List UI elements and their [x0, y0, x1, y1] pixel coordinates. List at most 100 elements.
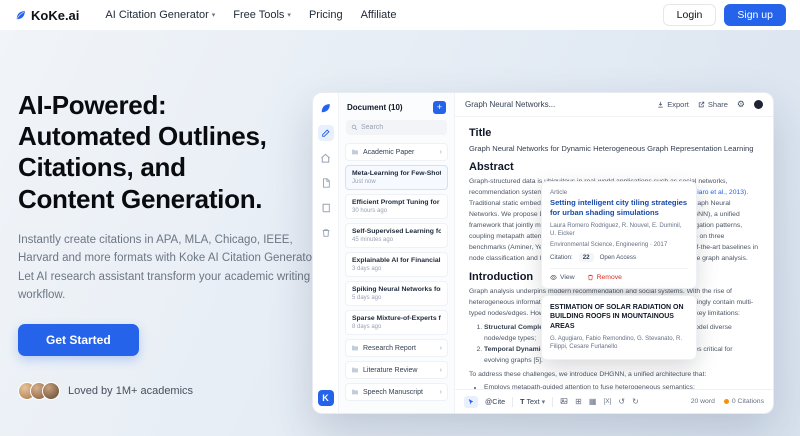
text-style-dropdown[interactable]: T Text ▾ [520, 397, 545, 406]
hero-title: AI-Powered: Automated Outlines, Citation… [18, 90, 320, 215]
share-button[interactable]: Share [698, 100, 728, 109]
toolbar-divider [552, 397, 553, 407]
avatar-group [18, 382, 60, 400]
chevron-right-icon: › [440, 149, 442, 156]
citation-badges: Citation: 22 Open Access [550, 253, 688, 262]
chevron-down-icon: ▾ [542, 398, 546, 406]
remove-citation-button[interactable]: Remove [587, 274, 622, 281]
compose-icon[interactable] [318, 125, 334, 141]
grid-icon[interactable]: ▦ [589, 397, 597, 406]
document-title: Explainable AI for Financial Risk... [352, 257, 441, 264]
chevron-right-icon: › [440, 389, 442, 396]
nav-item-pricing[interactable]: Pricing [309, 9, 343, 21]
image-icon[interactable] [560, 397, 568, 407]
citation-authors: G. Agugiaro, Fabio Remondino, G. Stevana… [550, 335, 688, 352]
share-label: Share [708, 100, 728, 109]
citations-label: 0 Citations [732, 398, 764, 405]
section-heading-abstract: Abstract [469, 161, 759, 173]
logo[interactable]: KoKe.ai [14, 8, 79, 23]
folder-label: Research Report [363, 345, 416, 352]
document-time: 45 minutes ago [352, 237, 441, 243]
document-title: Efficient Prompt Tuning for Larg... [352, 199, 441, 206]
document-time: 5 days ago [352, 295, 441, 301]
folder-icon [351, 388, 359, 396]
account-icon[interactable] [754, 100, 763, 109]
editor-main: Graph Neural Networks... Export Share ⚙ … [455, 93, 773, 413]
trash-icon[interactable] [318, 225, 334, 241]
get-started-button[interactable]: Get Started [18, 324, 139, 356]
folder-literature-review[interactable]: Literature Review › [345, 361, 448, 379]
editor-toolbar: @Cite T Text ▾ ⊞ ▦ [X] ↺ ↻ 20 word [455, 389, 773, 413]
cite-tool-button[interactable]: @Cite [485, 397, 505, 406]
sidebar-header: Document (10) + [339, 99, 454, 120]
export-label: Export [667, 100, 689, 109]
remove-label: Remove [597, 274, 622, 281]
settings-gear-icon[interactable]: ⚙ [737, 99, 745, 110]
hero-title-line: Citations, and [18, 152, 320, 183]
folder-research-report[interactable]: Research Report › [345, 339, 448, 357]
document-list-item[interactable]: Explainable AI for Financial Risk... 3 d… [345, 252, 448, 277]
leaf-logo-icon [14, 9, 27, 22]
document-list-item[interactable]: Spiking Neural Networks for Edg... 5 day… [345, 281, 448, 306]
nav-item-free-tools[interactable]: Free Tools ▾ [233, 9, 291, 21]
leaf-logo-icon [318, 100, 334, 116]
eye-icon [550, 274, 557, 281]
social-proof: Loved by 1M+ academics [18, 382, 320, 400]
citations-count[interactable]: 0 Citations [724, 398, 764, 405]
redo-icon[interactable]: ↻ [632, 397, 639, 406]
library-icon[interactable] [318, 200, 334, 216]
citation-type-tag: Article [550, 189, 688, 196]
citation-card[interactable]: Article Setting intelligent city tiling … [541, 181, 697, 289]
citation-title-link[interactable]: ESTIMATION OF SOLAR RADIATION ON BUILDIN… [550, 303, 688, 332]
search-bar[interactable] [346, 120, 447, 135]
k-shortcut-button[interactable]: K [318, 390, 334, 406]
citation-title-link[interactable]: Setting intelligent city tiling strategi… [550, 198, 688, 219]
folder-speech-manuscript[interactable]: Speech Manuscript › [345, 383, 448, 401]
home-icon[interactable] [318, 150, 334, 166]
citation-count-label: Citation: [550, 254, 573, 261]
document-editor-area[interactable]: Title Graph Neural Networks for Dynamic … [455, 117, 773, 389]
signup-button[interactable]: Sign up [724, 4, 786, 26]
folder-academic-paper[interactable]: Academic Paper › [345, 143, 448, 161]
formula-icon[interactable]: [X] [603, 398, 611, 405]
document-list-item[interactable]: Efficient Prompt Tuning for Larg... 30 h… [345, 194, 448, 219]
section-heading-title: Title [469, 127, 759, 139]
app-preview-window: K Document (10) + Academic Paper › Meta-… [312, 92, 774, 414]
undo-icon[interactable]: ↺ [618, 397, 625, 406]
document-icon[interactable] [318, 175, 334, 191]
table-icon[interactable]: ⊞ [575, 397, 582, 406]
add-document-button[interactable]: + [433, 101, 446, 114]
social-proof-text: Loved by 1M+ academics [68, 385, 193, 397]
search-input[interactable] [361, 124, 441, 131]
select-tool-icon[interactable] [464, 396, 478, 408]
document-list-item[interactable]: Meta-Learning for Few-Shot NLP Just now [345, 165, 448, 190]
folder-label: Literature Review [363, 367, 417, 374]
chevron-right-icon: › [440, 345, 442, 352]
search-icon [351, 124, 358, 131]
citation-venue: Environmental Science, Engineering · 201… [550, 241, 688, 248]
icon-rail: K [313, 93, 339, 413]
document-time: 30 hours ago [352, 208, 441, 214]
login-button[interactable]: Login [663, 4, 717, 26]
nav-item-affiliate[interactable]: Affiliate [361, 9, 397, 21]
citation-authors: Laura Romero Rodriguez, R. Nouvel, E. Du… [550, 222, 688, 239]
export-button[interactable]: Export [657, 100, 689, 109]
text-style-label: Text [526, 397, 539, 406]
nav-item-ai-citation-generator[interactable]: AI Citation Generator ▾ [105, 9, 215, 21]
citation-card[interactable]: ESTIMATION OF SOLAR RADIATION ON BUILDIN… [541, 295, 697, 360]
view-citation-button[interactable]: View [550, 274, 575, 281]
word-count: 20 word [691, 398, 715, 405]
toolbar-status: 20 word 0 Citations [691, 398, 764, 405]
document-list-item[interactable]: Self-Supervised Learning for Vid... 45 m… [345, 223, 448, 248]
open-document-title: Graph Neural Networks... [465, 100, 555, 109]
trash-icon [587, 274, 594, 281]
citation-actions: View Remove [550, 268, 688, 281]
nav-label: Affiliate [361, 9, 397, 21]
top-navbar: KoKe.ai AI Citation Generator ▾ Free Too… [0, 0, 800, 30]
document-title: Meta-Learning for Few-Shot NLP [352, 170, 441, 177]
hero-section: AI-Powered: Automated Outlines, Citation… [0, 30, 800, 436]
document-title: Self-Supervised Learning for Vid... [352, 228, 441, 235]
hero-title-line: Content Generation. [18, 184, 320, 215]
folder-label: Academic Paper [363, 149, 414, 156]
document-list-item[interactable]: Sparse Mixture-of-Experts for L... 8 day… [345, 310, 448, 335]
